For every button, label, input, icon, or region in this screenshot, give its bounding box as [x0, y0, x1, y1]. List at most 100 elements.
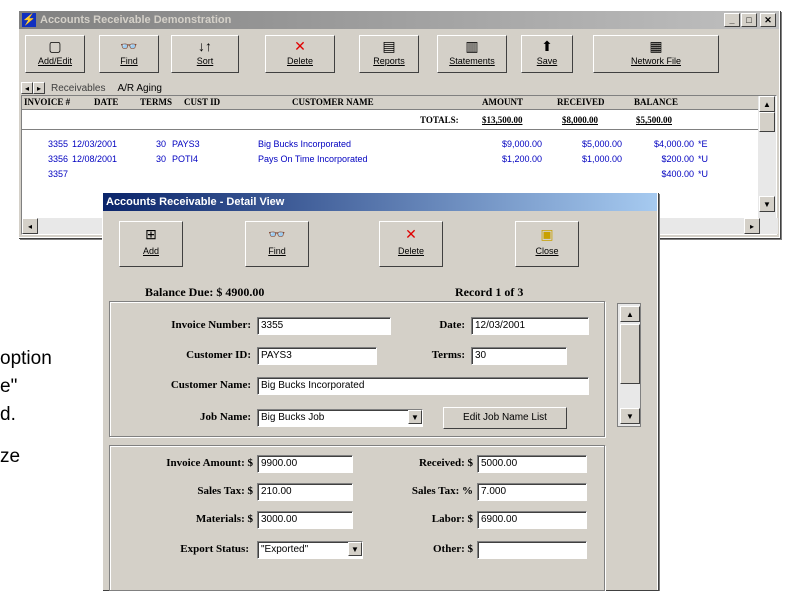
scroll-up-button[interactable]: ▲	[759, 96, 775, 112]
main-window-title: Accounts Receivable Demonstration	[40, 14, 232, 26]
partial-line-4: ze	[0, 446, 21, 467]
toolbar-label: Delete	[286, 56, 313, 66]
table-row[interactable]: 3355 12/03/2001 30 PAYS3 Big Bucks Incorpora…	[22, 136, 758, 151]
toolbar-label: Network File	[630, 56, 681, 66]
sort-button[interactable]: ↓↑ Sort	[171, 35, 239, 73]
binoculars-icon: 👓	[268, 226, 286, 242]
col-amount[interactable]: AMOUNT	[482, 97, 523, 107]
close-window-button[interactable]: ✕	[760, 13, 776, 27]
record-thumb[interactable]	[620, 324, 640, 384]
toolbar-label: Reports	[373, 56, 405, 66]
main-toolbar: ▢ Add/Edit 👓 Find ↓↑ Sort ✕ Delete ▤ Reports ▥ Stat…	[19, 31, 779, 77]
customer-name-field[interactable]: Big Bucks Incorporated	[257, 377, 589, 395]
scroll-thumb[interactable]	[759, 112, 775, 132]
detail-button-label: Close	[535, 246, 559, 256]
edit-job-name-list-button[interactable]: Edit Job Name List	[443, 407, 567, 429]
delete-x-icon: ✕	[405, 226, 417, 242]
detail-button-label: Add	[142, 246, 159, 256]
statements-icon: ▥	[465, 38, 479, 54]
col-terms[interactable]: TERMS	[140, 97, 172, 107]
partial-line-3: d.	[0, 404, 16, 425]
cell-extra: *E	[698, 138, 708, 149]
cell-received: $1,000.00	[581, 153, 622, 164]
record-down-button[interactable]: ▼	[620, 408, 640, 424]
invoice-number-field[interactable]: 3355	[257, 317, 391, 335]
delete-button[interactable]: ✕ Delete	[265, 35, 335, 73]
edit-job-name-list-label: Edit Job Name List	[463, 412, 547, 423]
toolbar-label: Statements	[449, 56, 495, 66]
balance-due: Balance Due: $ 4900.00	[145, 285, 265, 299]
job-name-select[interactable]: Big Bucks Job ▼	[257, 409, 423, 427]
record-scrollbar[interactable]: ▲ ▼	[617, 303, 641, 427]
col-cust-id[interactable]: CUST ID	[184, 97, 220, 107]
col-balance[interactable]: BALANCE	[634, 97, 678, 107]
find-button[interactable]: 👓 Find	[99, 35, 159, 73]
cell-invoice: 3356	[47, 153, 68, 164]
date-field[interactable]: 12/03/2001	[471, 317, 589, 335]
network-file-button[interactable]: ▦ Network File	[593, 35, 719, 73]
cell-balance: $200.00	[661, 153, 694, 164]
tab-next-button[interactable]: ▸	[33, 82, 45, 94]
grid-header: INVOICE # DATE TERMS CUST ID CUSTOMER NA…	[22, 96, 758, 110]
reports-button[interactable]: ▤ Reports	[359, 35, 419, 73]
toolbar-label: Find	[120, 56, 138, 66]
chevron-down-icon[interactable]: ▼	[408, 410, 422, 424]
tab-receivables[interactable]: Receivables	[51, 83, 105, 94]
statements-button[interactable]: ▥ Statements	[437, 35, 507, 73]
detail-window-title: Accounts Receivable - Detail View	[106, 196, 285, 208]
totals-received: $8,000.00	[562, 115, 598, 125]
maximize-button[interactable]: □	[741, 13, 757, 27]
find-detail-button[interactable]: 👓 Find	[245, 221, 309, 267]
scroll-right-button[interactable]: ▸	[744, 218, 760, 234]
tab-ar-aging[interactable]: A/R Aging	[117, 83, 161, 94]
customer-id-field[interactable]: PAYS3	[257, 347, 377, 365]
chevron-down-icon[interactable]: ▼	[348, 542, 362, 556]
save-button[interactable]: ⬆ Save	[521, 35, 573, 73]
materials-field[interactable]: 3000.00	[257, 511, 353, 529]
col-customer-name[interactable]: CUSTOMER NAME	[292, 97, 374, 107]
terms-field[interactable]: 30	[471, 347, 567, 365]
tab-prev-button[interactable]: ◂	[21, 82, 33, 94]
add-icon: ⊞	[145, 226, 157, 242]
minimize-button[interactable]: _	[724, 13, 740, 27]
col-invoice[interactable]: INVOICE #	[24, 97, 70, 107]
sales-tax-pct-field[interactable]: 7.000	[477, 483, 587, 501]
left-partial-text: option e" d. ze	[0, 345, 52, 471]
sales-tax-field[interactable]: 210.00	[257, 483, 353, 501]
scroll-down-button[interactable]: ▼	[759, 196, 775, 212]
sales-tax-label: Sales Tax: $	[197, 485, 253, 497]
delete-x-icon: ✕	[294, 38, 306, 54]
table-row[interactable]: 3356 12/08/2001 30 POTI4 Pays On Time Incorp…	[22, 151, 758, 166]
received-label: Received: $	[418, 457, 473, 469]
export-status-value: "Exported"	[261, 544, 309, 555]
table-row[interactable]: 3357 $400.00 *U	[22, 166, 758, 181]
toolbar-label: Save	[536, 56, 558, 66]
scroll-left-button[interactable]: ◂	[22, 218, 38, 234]
close-detail-button[interactable]: ▣ Close	[515, 221, 579, 267]
totals-label: TOTALS:	[420, 115, 459, 125]
totals-balance: $5,500.00	[636, 115, 672, 125]
detail-button-label: Find	[268, 246, 286, 256]
app-icon: ⚡	[22, 13, 36, 27]
col-received[interactable]: RECEIVED	[557, 97, 605, 107]
export-status-select[interactable]: "Exported" ▼	[257, 541, 363, 559]
record-indicator: Record 1 of 3	[455, 285, 524, 299]
add-detail-button[interactable]: ⊞ Add	[119, 221, 183, 267]
partial-line-1: option	[0, 348, 52, 369]
record-up-button[interactable]: ▲	[620, 306, 640, 322]
terms-label: Terms:	[431, 349, 465, 361]
invoice-amount-field[interactable]: 9900.00	[257, 455, 353, 473]
col-date[interactable]: DATE	[94, 97, 118, 107]
binoculars-icon: 👓	[120, 38, 138, 54]
grid-vscroll[interactable]: ▲ ▼	[758, 96, 776, 220]
labor-field[interactable]: 6900.00	[477, 511, 587, 529]
add-edit-button[interactable]: ▢ Add/Edit	[25, 35, 85, 73]
other-field[interactable]	[477, 541, 587, 559]
received-field[interactable]: 5000.00	[477, 455, 587, 473]
cell-balance: $4,000.00	[653, 138, 694, 149]
delete-detail-button[interactable]: ✕ Delete	[379, 221, 443, 267]
customer-name-label: Customer Name:	[170, 379, 251, 391]
materials-label: Materials: $	[195, 513, 253, 525]
sales-tax-pct-label: Sales Tax: %	[411, 485, 473, 497]
job-name-value: Big Bucks Job	[261, 412, 325, 423]
